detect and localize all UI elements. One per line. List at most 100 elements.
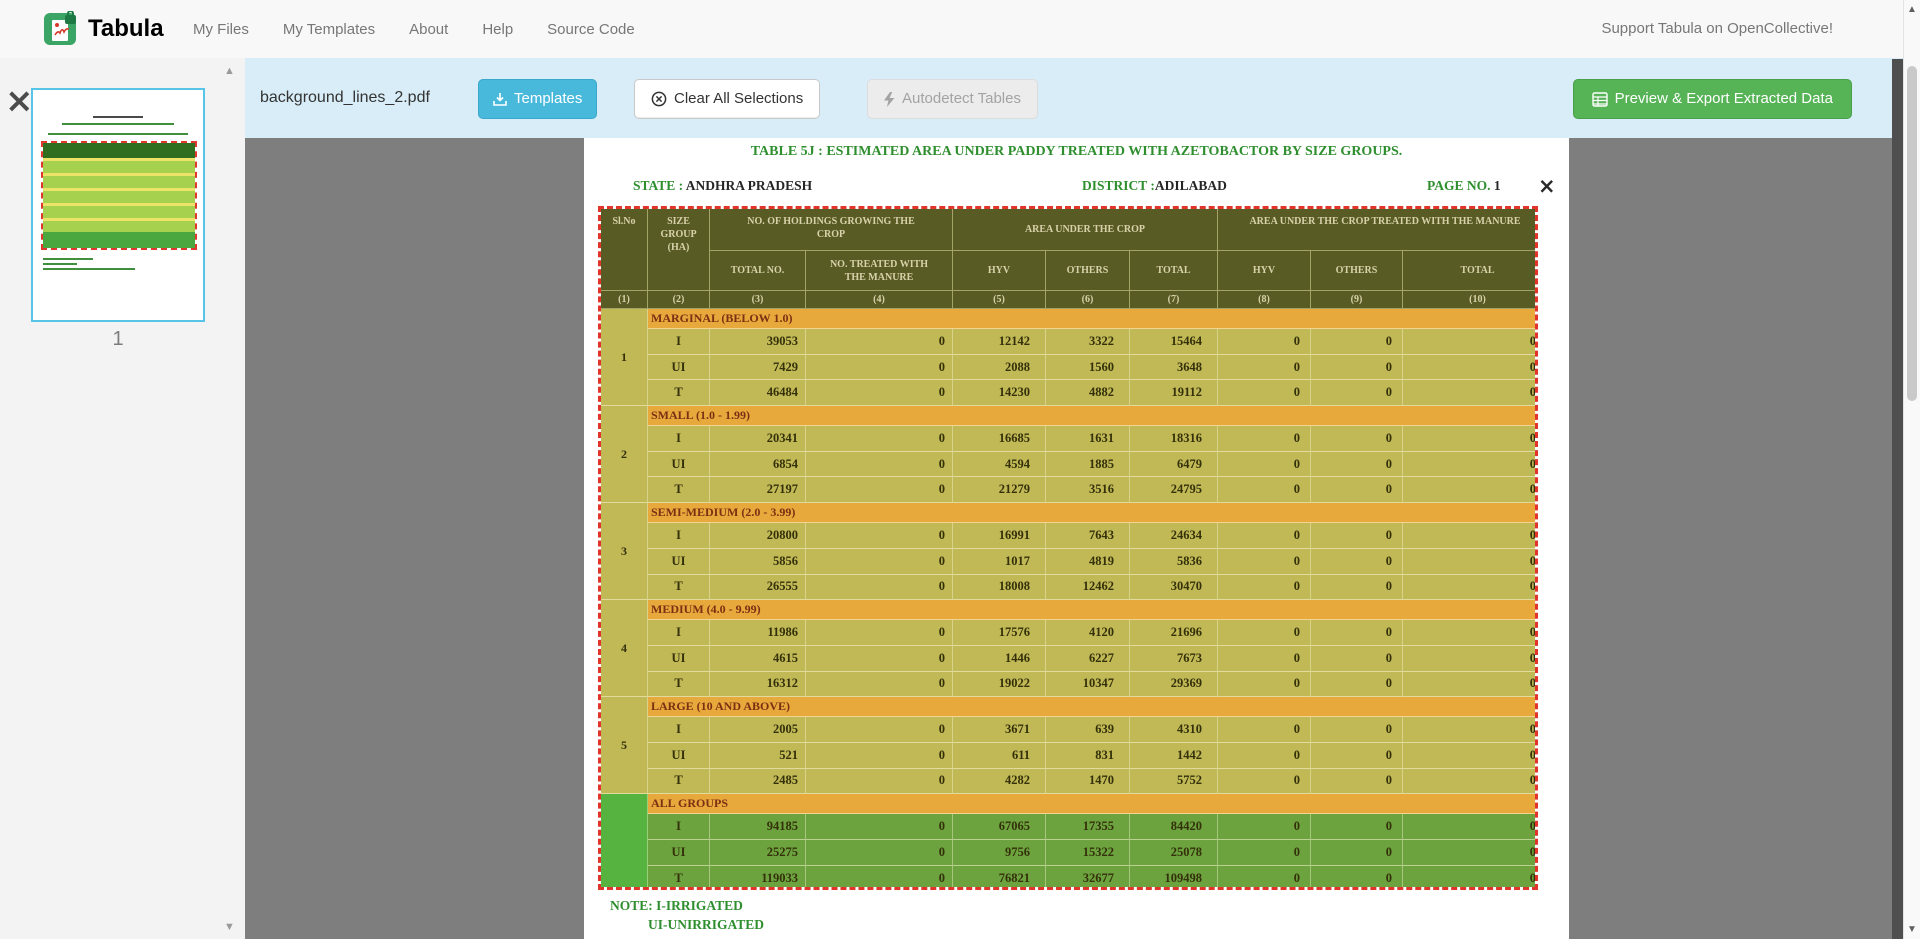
page-thumbnail-sidebar: ▲ × 1 ▼: [0, 58, 245, 939]
table-section: ALL GROUPSI941850670651735584420000UI252…: [601, 794, 1538, 890]
value-cell: 24795: [1130, 477, 1218, 503]
templates-button-label: Templates: [514, 80, 582, 118]
value-cell: 19022: [953, 672, 1046, 698]
clear-all-selections-button[interactable]: Clear All Selections: [634, 79, 820, 119]
value-cell: 4594: [953, 452, 1046, 478]
header-total: TOTAL: [1403, 251, 1538, 291]
value-cell: 32677: [1046, 866, 1130, 890]
value-cell: 0: [1311, 329, 1403, 355]
header-area-treated-group: AREA UNDER THE CROP TREATED WITH THE MAN…: [1218, 209, 1538, 251]
irrigation-type-cell: I: [648, 814, 710, 840]
value-cell: 4282: [953, 769, 1046, 795]
nav-help[interactable]: Help: [465, 21, 530, 38]
col-number: (7): [1130, 291, 1218, 309]
value-cell: 0: [1218, 769, 1311, 795]
value-cell: 0: [1403, 477, 1538, 503]
preview-export-label: Preview & Export Extracted Data: [1615, 80, 1833, 118]
value-cell: 26555: [710, 575, 806, 601]
table-section: 1MARGINAL (BELOW 1.0)I390530121423322154…: [601, 309, 1538, 406]
support-link[interactable]: Support Tabula on OpenCollective!: [1601, 0, 1833, 58]
irrigation-type-cell: UI: [648, 452, 710, 478]
document-filename: background_lines_2.pdf: [260, 58, 430, 138]
value-cell: 0: [1218, 452, 1311, 478]
value-cell: 0: [1311, 452, 1403, 478]
irrigation-type-cell: I: [648, 426, 710, 452]
value-cell: 0: [1218, 717, 1311, 743]
col-number: (10): [1403, 291, 1538, 309]
pdf-table-title: TABLE 5J : ESTIMATED AREA UNDER PADDY TR…: [584, 144, 1569, 160]
value-cell: 0: [1403, 646, 1538, 672]
preview-export-button[interactable]: Preview & Export Extracted Data: [1573, 79, 1852, 119]
value-cell: 6227: [1046, 646, 1130, 672]
sidebar-scroll-down-icon[interactable]: ▼: [224, 922, 235, 933]
nav-source-code[interactable]: Source Code: [530, 21, 652, 38]
tabula-app: Tabula My Files My Templates About Help …: [0, 0, 1920, 939]
irrigation-type-cell: T: [648, 477, 710, 503]
value-cell: 0: [806, 814, 953, 840]
value-cell: 5836: [1130, 549, 1218, 575]
value-cell: 0: [1311, 814, 1403, 840]
irrigation-type-cell: I: [648, 717, 710, 743]
delete-page-icon[interactable]: ×: [5, 84, 34, 118]
table-selection-box[interactable]: Sl.No SIZE GROUP (HA) NO. OF HOLDINGS GR…: [598, 206, 1538, 890]
pageno-label: PAGE NO.: [1427, 178, 1491, 193]
tabula-logo-icon[interactable]: [44, 11, 80, 47]
value-cell: 611: [953, 743, 1046, 769]
value-cell: 0: [1218, 355, 1311, 381]
remove-circle-icon: [651, 91, 667, 107]
slno-cell: 4: [601, 600, 648, 697]
slno-cell: 3: [601, 503, 648, 600]
value-cell: 12462: [1046, 575, 1130, 601]
value-cell: 4120: [1046, 620, 1130, 646]
irrigation-type-cell: T: [648, 769, 710, 795]
value-cell: 5752: [1130, 769, 1218, 795]
value-cell: 0: [1403, 769, 1538, 795]
value-cell: 831: [1046, 743, 1130, 769]
templates-button[interactable]: Templates: [478, 79, 597, 119]
value-cell: 0: [1311, 477, 1403, 503]
table-section: 2SMALL (1.0 - 1.99)I20341016685163118316…: [601, 406, 1538, 503]
scroll-up-arrow-icon[interactable]: ▲: [1907, 4, 1917, 15]
nav-my-files[interactable]: My Files: [176, 21, 266, 38]
value-cell: 0: [1403, 620, 1538, 646]
col-number: (6): [1046, 291, 1130, 309]
value-cell: 0: [1218, 477, 1311, 503]
table-section: 3SEMI-MEDIUM (2.0 - 3.99)I20800016991764…: [601, 503, 1538, 600]
irrigation-type-cell: UI: [648, 646, 710, 672]
value-cell: 10347: [1046, 672, 1130, 698]
scrollbar-thumb[interactable]: [1907, 66, 1917, 401]
value-cell: 0: [1311, 646, 1403, 672]
app-title: Tabula: [88, 0, 164, 58]
nav-my-templates[interactable]: My Templates: [266, 21, 392, 38]
value-cell: 0: [1403, 672, 1538, 698]
size-group-band: SEMI-MEDIUM (2.0 - 3.99): [648, 503, 1538, 523]
value-cell: 0: [1311, 840, 1403, 866]
value-cell: 3671: [953, 717, 1046, 743]
autodetect-tables-label: Autodetect Tables: [902, 80, 1021, 118]
irrigation-type-cell: UI: [648, 355, 710, 381]
content-scrollbar[interactable]: [1892, 59, 1903, 939]
scroll-down-arrow-icon[interactable]: ▼: [1907, 924, 1917, 935]
value-cell: 0: [1218, 380, 1311, 406]
nav-about[interactable]: About: [392, 21, 465, 38]
value-cell: 639: [1046, 717, 1130, 743]
value-cell: 0: [806, 477, 953, 503]
remove-selection-icon[interactable]: ×: [1538, 176, 1556, 197]
value-cell: 0: [1403, 840, 1538, 866]
thumb-note-line: [43, 263, 77, 265]
thumb-selection-overlay: [41, 141, 197, 250]
value-cell: 0: [1403, 575, 1538, 601]
page-thumbnail[interactable]: [31, 88, 205, 322]
value-cell: 0: [806, 840, 953, 866]
thumbnail-page-number: 1: [31, 328, 205, 351]
value-cell: 0: [1218, 743, 1311, 769]
sidebar-scroll-up-icon[interactable]: ▲: [224, 66, 235, 77]
irrigation-type-cell: T: [648, 575, 710, 601]
value-cell: 39053: [710, 329, 806, 355]
irrigation-type-cell: T: [648, 672, 710, 698]
irrigation-type-cell: UI: [648, 549, 710, 575]
value-cell: 1560: [1046, 355, 1130, 381]
pdf-page[interactable]: TABLE 5J : ESTIMATED AREA UNDER PADDY TR…: [584, 138, 1569, 939]
value-cell: 0: [1218, 840, 1311, 866]
pdf-table-body: 1MARGINAL (BELOW 1.0)I390530121423322154…: [601, 309, 1538, 890]
